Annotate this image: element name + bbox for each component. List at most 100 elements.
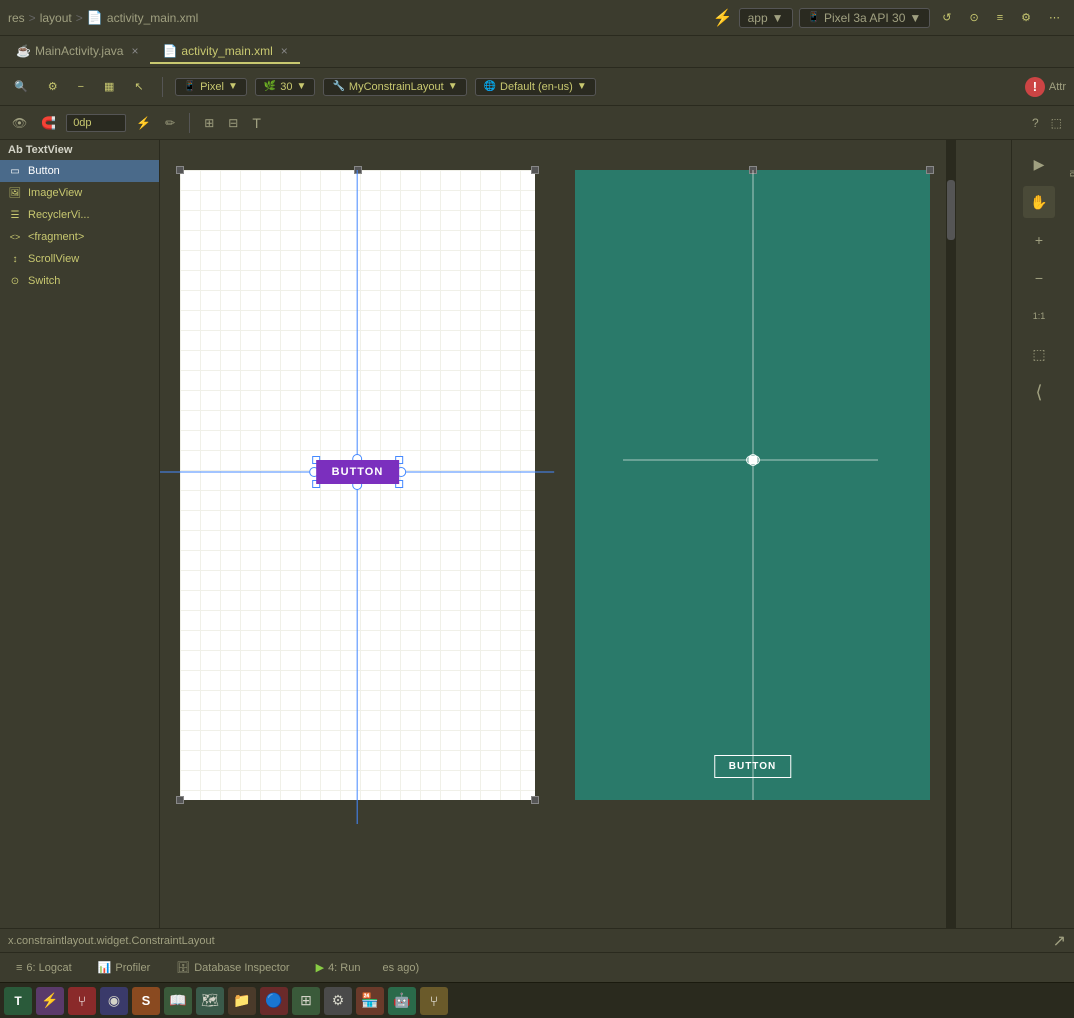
margin-input[interactable] [66,114,126,132]
taskbar-icon-color[interactable]: ◉ [100,987,128,1015]
bp-conn-bottom [752,460,753,800]
zoom-out-btn[interactable]: − [1023,262,1055,294]
settings-button[interactable]: ⚙ [42,78,64,95]
app-label: app [748,11,768,25]
crop-btn[interactable]: ⬚ [1023,338,1055,370]
help-button[interactable]: ? [1028,114,1043,132]
path-button[interactable]: ⚡ [132,114,155,132]
breadcrumb-layout[interactable]: layout [40,11,72,25]
taskbar-icon-chrome[interactable]: 🔵 [260,987,288,1015]
right-panel: ▶ ✋ + − 1:1 ⬚ ⟨ [1011,140,1066,928]
tab-activity-xml-label: activity_main.xml [181,44,272,58]
build-settings-button[interactable]: ⚙ [1015,9,1037,26]
baseline-button[interactable]: T [248,113,265,133]
fragment-icon: <> [8,230,22,244]
resize-handle-tr[interactable] [531,166,539,174]
taskbar-icon-settings[interactable]: ⚙ [324,987,352,1015]
breadcrumb-res[interactable]: res [8,11,25,25]
resize-handle-tl[interactable] [176,166,184,174]
zoom-out-button[interactable]: − [72,79,90,95]
taskbar-icon-folder[interactable]: 📁 [228,987,256,1015]
breadcrumb-filename: activity_main.xml [107,11,198,25]
cursor-toggle-button[interactable]: ↖ [128,78,149,95]
taskbar-icon-book[interactable]: 📖 [164,987,192,1015]
editor-tabs: ☕ MainActivity.java × 📄 activity_main.xm… [0,36,1074,68]
locale-selector[interactable]: 🌐 Default (en-us) ▼ [475,78,596,96]
resize-handle-br[interactable] [531,796,539,804]
button-label: BUTTON [332,466,384,478]
layout-selector[interactable]: 🔧 MyConstrainLayout ▼ [323,78,466,96]
debug-button[interactable]: ⊙ [963,9,984,26]
more-button[interactable]: ⋯ [1043,9,1066,26]
app-chevron: ▼ [772,11,784,25]
pixel-selector[interactable]: 📱 Pixel ▼ [175,78,247,96]
vertical-scrollbar[interactable] [946,140,956,928]
hand-btn[interactable]: ✋ [1023,186,1055,218]
align-h-button[interactable]: ⊞ [200,114,218,132]
taskbar-icon-sublime[interactable]: S [132,987,160,1015]
tab-mainactivity[interactable]: ☕ MainActivity.java × [4,40,150,64]
tab-mainactivity-label: MainActivity.java [35,44,123,58]
palette-item-switch[interactable]: ⊙ Switch [0,270,159,292]
zoom-button[interactable]: 🔍 [8,78,34,95]
zoom-in-btn[interactable]: + [1023,224,1055,256]
taskbar-icon-table[interactable]: ⊞ [292,987,320,1015]
conn-line-bottom [357,484,358,824]
profiler-label: Profiler [115,962,150,974]
api-selector[interactable]: 🌿 30 ▼ [255,78,316,96]
settings-label: ⚙ [332,992,345,1009]
tab-run[interactable]: ▶ 4: Run [304,958,373,977]
refresh-button[interactable]: ↺ [936,9,957,26]
brush-button[interactable]: ✏ [161,114,179,132]
button-widget[interactable]: BUTTON [316,460,400,484]
palette-toggle-button[interactable]: ▦ [98,78,120,95]
app-selector[interactable]: app ▼ [739,8,793,28]
palette-item-imageview[interactable]: 🖼 ImageView [0,182,159,204]
palette-item-button[interactable]: ▭ Button [0,160,159,182]
sec-sep-1 [189,113,190,133]
blueprint-button-widget[interactable]: BUTTON [714,755,791,778]
warning-icon[interactable]: ! [1025,77,1045,97]
run-config-icon[interactable]: ⚡ [713,8,733,28]
imageview-icon: 🖼 [8,186,22,200]
profiler-icon: 📊 [98,961,112,974]
view-mode-button[interactable]: ⬚ [1047,114,1066,132]
taskbar-icon-git[interactable]: ⑂ [68,987,96,1015]
taskbar-icon-terminal[interactable]: T [4,987,32,1015]
attrs-panel-inner: id [1066,140,1074,928]
bp-resize-tr[interactable] [926,166,934,174]
pixel-label: Pixel [200,81,224,93]
bp-conn-handle-right[interactable] [751,456,760,465]
breadcrumb-sep-1: > [29,11,36,25]
palette-item-scrollview[interactable]: ↕ ScrollView [0,248,159,270]
profile-button[interactable]: ≡ [991,10,1009,26]
taskbar-icon-store[interactable]: 🏪 [356,987,384,1015]
blueprint-canvas[interactable]: BUTTON [575,170,930,800]
play-btn[interactable]: ▶ [1023,148,1055,180]
palette-item-fragment[interactable]: <> <fragment> [0,226,159,248]
attrs-label[interactable]: Attr [1049,81,1066,93]
device-selector[interactable]: 📱 Pixel 3a API 30 ▼ [799,8,931,28]
tab-profiler[interactable]: 📊 Profiler [86,958,163,977]
taskbar-icon-android[interactable]: ⚡ [36,987,64,1015]
tab-mainactivity-close[interactable]: × [131,44,138,58]
design-canvas[interactable]: BUTTON [180,170,535,800]
eye-button[interactable]: 👁 [8,114,31,132]
taskbar-icon-maps[interactable]: 🗺 [196,987,224,1015]
tab-activity-xml[interactable]: 📄 activity_main.xml × [150,40,299,64]
magnet-button[interactable]: 🧲 [37,114,60,132]
fit-btn[interactable]: 1:1 [1023,300,1055,332]
tab-logcat[interactable]: ≡ 6: Logcat [4,959,84,977]
attrs-panel: id [1066,140,1074,928]
expand-btn[interactable]: ⟨ [1023,376,1055,408]
tab-xml-close[interactable]: × [281,44,288,58]
resize-handle-bl[interactable] [176,796,184,804]
api-chevron: ▼ [297,81,307,92]
taskbar-icon-android2[interactable]: 🤖 [388,987,416,1015]
palette-item-recyclerview[interactable]: ☰ RecyclerVi... [0,204,159,226]
align-v-button[interactable]: ⊟ [224,114,242,132]
breadcrumb-file[interactable]: 📄 activity_main.xml [87,10,199,26]
tab-database[interactable]: 🗄 Database Inspector [164,958,301,977]
scrollbar-thumb[interactable] [947,180,955,240]
taskbar-icon-git2[interactable]: ⑂ [420,987,448,1015]
